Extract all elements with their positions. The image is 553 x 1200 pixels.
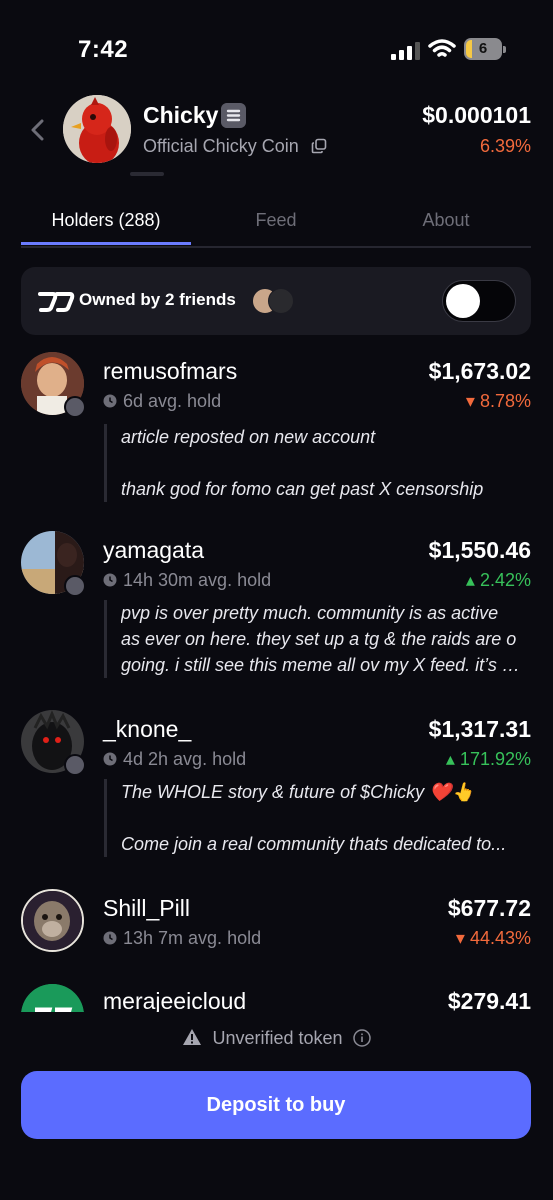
comment-line: thank god for fomo can get past X censor… — [121, 479, 484, 499]
comment-line: as ever on here. they set up a tg & the … — [121, 629, 517, 649]
clock-icon — [103, 394, 117, 408]
holder-name: yamagata — [103, 537, 205, 563]
tab-holders[interactable]: Holders (288) — [21, 198, 191, 244]
holder-hold-label: 4d 2h avg. hold — [123, 749, 247, 769]
holder-comment: The WHOLE story & future of $Chicky ❤️👆 … — [104, 779, 524, 857]
holder-hold-label: 14h 30m avg. hold — [123, 570, 272, 590]
tab-active-indicator — [21, 242, 191, 245]
holder-name: _knone_ — [103, 716, 192, 742]
battery-level: 6 — [478, 40, 488, 57]
holder-change: ▴ 2.42% — [465, 570, 531, 590]
tab-about[interactable]: About — [361, 198, 531, 244]
holder-name: merajeeicloud — [103, 988, 247, 1012]
deposit-to-buy-button[interactable]: Deposit to buy — [21, 1071, 531, 1139]
holder-value: $1,673.02 — [428, 358, 531, 384]
wifi-icon — [428, 39, 456, 57]
clock-icon — [103, 752, 117, 766]
holder-hold-label: 13h 7m avg. hold — [123, 928, 262, 948]
friends-label: Owned by 2 friends — [79, 290, 236, 309]
status-bar: 7:42 6 — [0, 0, 553, 90]
holder-hold-time: 13h 7m avg. hold — [103, 928, 261, 949]
battery-icon: 6 — [464, 38, 508, 62]
scroll-indicator — [130, 172, 164, 176]
friends-logo-icon — [38, 292, 75, 312]
friends-toggle[interactable] — [442, 280, 516, 322]
info-icon[interactable] — [352, 1029, 371, 1047]
holder-name: Shill_Pill — [103, 895, 190, 921]
holder-hold-time: 6d avg. hold — [103, 391, 221, 412]
comment-line: Come join a real community thats dedicat… — [121, 834, 507, 854]
comment-line: going. i still see this meme all ov my X… — [121, 655, 524, 675]
holder-hold-time: 4d 2h avg. hold — [103, 749, 246, 770]
unverified-label: Unverified token — [212, 1028, 343, 1048]
comment-line: pvp is over pretty much. community is as… — [121, 603, 499, 623]
coin-price: $0.000101 — [422, 102, 531, 128]
coin-logo-icon — [221, 103, 246, 128]
holder-hold-label: 6d avg. hold — [123, 391, 222, 411]
holder-hold-time: 14h 30m avg. hold — [103, 570, 271, 591]
coin-avatar — [63, 95, 131, 163]
holder-value: $279.41 — [447, 988, 531, 1012]
holder-value: $677.72 — [447, 895, 531, 921]
friend-avatar — [268, 288, 294, 314]
friend-avatars — [252, 288, 296, 314]
clock-icon — [103, 931, 117, 945]
avatar — [21, 984, 84, 1012]
tab-bar: Holders (288) Feed About — [21, 198, 531, 248]
unverified-notice: Unverified token — [0, 1028, 553, 1049]
chat-bubble-icon — [64, 575, 86, 597]
copy-icon[interactable] — [311, 138, 327, 154]
holder-name: remusofmars — [103, 358, 238, 384]
holder-comment: pvp is over pretty much. community is as… — [104, 600, 524, 678]
holder-row[interactable]: merajeeicloud $279.41 — [0, 982, 553, 1012]
friends-filter-card: Owned by 2 friends — [21, 267, 531, 335]
holder-value: $1,550.46 — [428, 537, 531, 563]
holder-change: ▾ 44.43% — [455, 928, 531, 948]
avatar — [21, 889, 84, 952]
status-time: 7:42 — [78, 36, 129, 63]
comment-line — [121, 450, 524, 476]
comment-line — [121, 805, 524, 831]
back-button[interactable] — [26, 116, 50, 144]
holder-comment: article reposted on new account thank go… — [104, 424, 524, 502]
chat-bubble-icon — [64, 396, 86, 418]
chat-bubble-icon — [64, 754, 86, 776]
comment-line: The WHOLE story & future of $Chicky ❤️👆 — [121, 782, 474, 802]
holder-value: $1,317.31 — [428, 716, 531, 742]
clock-icon — [103, 573, 117, 587]
cellular-signal-icon — [391, 42, 420, 60]
coin-name: Chicky — [143, 102, 219, 128]
coin-change: 6.39% — [479, 136, 531, 156]
holder-change: ▴ 171.92% — [445, 749, 531, 769]
coin-subtitle: Official Chicky Coin — [143, 136, 299, 156]
toggle-knob — [446, 284, 480, 318]
warning-icon — [183, 1029, 202, 1045]
holder-change: ▾ 8.78% — [465, 391, 531, 411]
comment-line: article reposted on new account — [121, 427, 376, 447]
tab-feed[interactable]: Feed — [191, 198, 361, 244]
